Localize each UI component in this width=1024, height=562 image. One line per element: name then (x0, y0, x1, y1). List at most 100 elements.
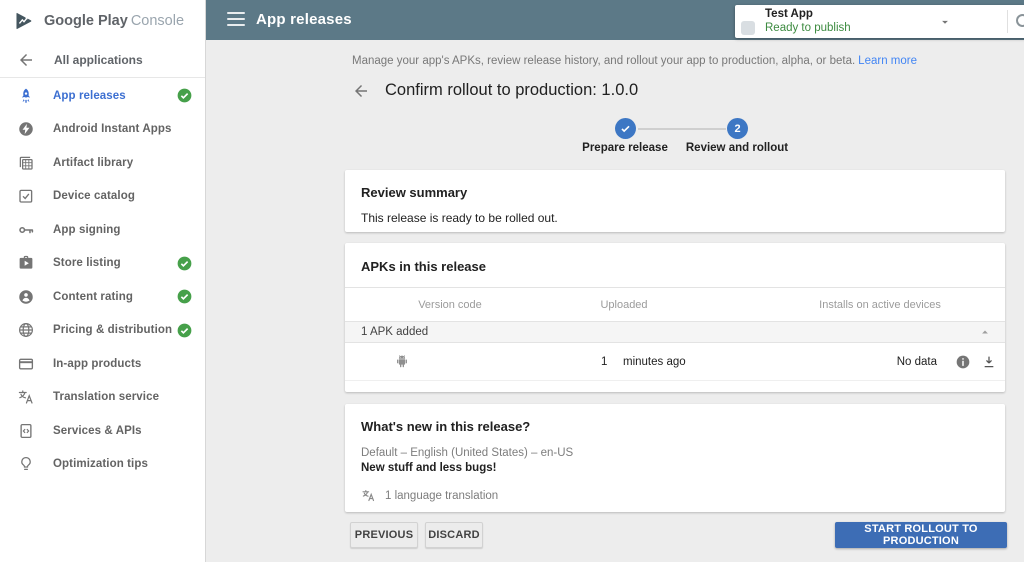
step-2-label: Review and rollout (685, 142, 789, 154)
discard-button[interactable]: DISCARD (425, 522, 483, 548)
column-installs: Installs on active devices (819, 299, 941, 311)
apks-card: APKs in this release Version code Upload… (345, 243, 1005, 392)
topbar-title: App releases (256, 11, 352, 28)
menu-icon[interactable] (227, 12, 245, 26)
page-title: Confirm rollout to production: 1.0.0 (385, 81, 639, 99)
check-badge-icon (177, 88, 192, 103)
sidebar-item-in-app-products[interactable]: In-app products (0, 347, 205, 381)
back-arrow-icon (17, 51, 35, 69)
translate-icon (362, 489, 375, 502)
card-title: Review summary (361, 185, 468, 200)
sidebar-item-pricing-distribution[interactable]: Pricing & distribution (0, 314, 205, 348)
step-1-done-icon (615, 118, 636, 139)
search-icon[interactable] (1016, 14, 1024, 27)
apks-table-header: Version code Uploaded Installs on active… (345, 287, 1005, 321)
sidebar: Google Play Console All applications App … (0, 0, 206, 562)
step-2-current: 2 (727, 118, 748, 139)
instant-apps-icon (17, 120, 35, 138)
sidebar-nav: App releases Android Instant Apps Artifa… (0, 78, 205, 481)
download-icon[interactable] (981, 354, 997, 370)
apk-version-code: 1 (601, 356, 608, 368)
artifact-library-icon (17, 154, 35, 172)
info-icon[interactable] (955, 354, 971, 370)
sidebar-item-translation-service[interactable]: Translation service (0, 381, 205, 415)
android-icon (397, 355, 407, 368)
sidebar-item-services-apis[interactable]: Services & APIs (0, 414, 205, 448)
sidebar-item-label: Optimization tips (53, 458, 148, 471)
chevron-down-icon (942, 20, 948, 24)
review-summary-card: Review summary This release is ready to … (345, 170, 1005, 232)
column-uploaded: Uploaded (600, 299, 648, 311)
apk-group-row[interactable]: 1 APK added (345, 321, 1005, 343)
translations-count: 1 language translation (385, 489, 499, 502)
sidebar-item-all-applications[interactable]: All applications (0, 42, 205, 78)
translations-row: 1 language translation (361, 488, 989, 503)
topbar: App releases Test App Ready to publish (206, 0, 1024, 40)
description-text: Manage your app's APKs, review release h… (352, 55, 856, 67)
google-play-logo-icon (16, 12, 32, 30)
sidebar-item-label: In-app products (53, 357, 142, 370)
previous-button[interactable]: PREVIOUS (350, 522, 418, 548)
sidebar-item-label: Artifact library (53, 156, 134, 169)
check-badge-icon (177, 289, 192, 304)
release-notes-text: New stuff and less bugs! (361, 462, 497, 474)
card-title: What's new in this release? (361, 419, 531, 434)
brand-console: Console (130, 13, 185, 29)
sidebar-item-store-listing[interactable]: Store listing (0, 247, 205, 281)
release-notes-locale: Default – English (United States) – en-U… (361, 447, 574, 459)
person-circle-icon (17, 288, 35, 306)
brand-logo[interactable]: Google Play Console (0, 0, 205, 42)
main-content: Manage your app's APKs, review release h… (206, 40, 1024, 562)
page-header: Confirm rollout to production: 1.0.0 (352, 81, 638, 100)
sidebar-item-label: Store listing (53, 257, 121, 270)
sidebar-item-label: Pricing & distribution (53, 324, 173, 337)
sidebar-item-device-catalog[interactable]: Device catalog (0, 180, 205, 214)
translate-icon (17, 388, 35, 406)
apk-installs: No data (896, 356, 937, 368)
apk-table-row: 1 minutes ago No data (345, 343, 1005, 381)
stepper-connector (638, 128, 726, 130)
sidebar-item-optimization-tips[interactable]: Optimization tips (0, 448, 205, 482)
sidebar-item-label: App signing (53, 223, 121, 236)
sidebar-item-app-signing[interactable]: App signing (0, 213, 205, 247)
whats-new-card: What's new in this release? Default – En… (345, 404, 1005, 512)
sidebar-item-label: App releases (53, 89, 126, 102)
card-icon (17, 355, 35, 373)
app-status: Ready to publish (765, 21, 851, 34)
check-badge-icon (177, 256, 192, 271)
sidebar-item-label: Translation service (53, 391, 160, 404)
sidebar-item-label: Android Instant Apps (53, 123, 172, 136)
sidebar-item-artifact-library[interactable]: Artifact library (0, 146, 205, 180)
app-name: Test App (765, 8, 813, 20)
storefront-icon (17, 254, 35, 272)
code-phone-icon (17, 422, 35, 440)
sidebar-item-app-releases[interactable]: App releases (0, 79, 205, 113)
brand-google-play: Google Play (44, 13, 128, 29)
divider (1007, 10, 1008, 33)
sidebar-item-label: Services & APIs (53, 424, 142, 437)
step-2-number: 2 (734, 122, 741, 135)
rocket-icon (17, 87, 35, 105)
sidebar-item-android-instant-apps[interactable]: Android Instant Apps (0, 113, 205, 147)
collapse-caret-icon[interactable] (978, 325, 992, 339)
globe-icon (17, 321, 35, 339)
sidebar-item-label: Device catalog (53, 190, 135, 203)
card-title: APKs in this release (361, 259, 486, 274)
start-rollout-button[interactable]: START ROLLOUT TO PRODUCTION (835, 522, 1007, 548)
app-selector-texts: Test App Ready to publish (765, 8, 851, 35)
device-catalog-icon (17, 187, 35, 205)
review-summary-text: This release is ready to be rolled out. (361, 211, 558, 225)
page-description: Manage your app's APKs, review release h… (352, 55, 917, 67)
lightbulb-icon (17, 455, 35, 473)
apk-group-label: 1 APK added (361, 326, 429, 338)
sidebar-item-content-rating[interactable]: Content rating (0, 280, 205, 314)
brand-name: Google Play Console (44, 13, 184, 29)
learn-more-link[interactable]: Learn more (858, 55, 917, 67)
app-icon (741, 21, 755, 35)
key-icon (17, 221, 35, 239)
back-arrow-icon[interactable] (352, 82, 370, 100)
app-selector-dropdown[interactable]: Test App Ready to publish (735, 5, 1024, 38)
column-version-code: Version code (418, 299, 482, 311)
check-badge-icon (177, 323, 192, 338)
sidebar-item-label: Content rating (53, 290, 133, 303)
